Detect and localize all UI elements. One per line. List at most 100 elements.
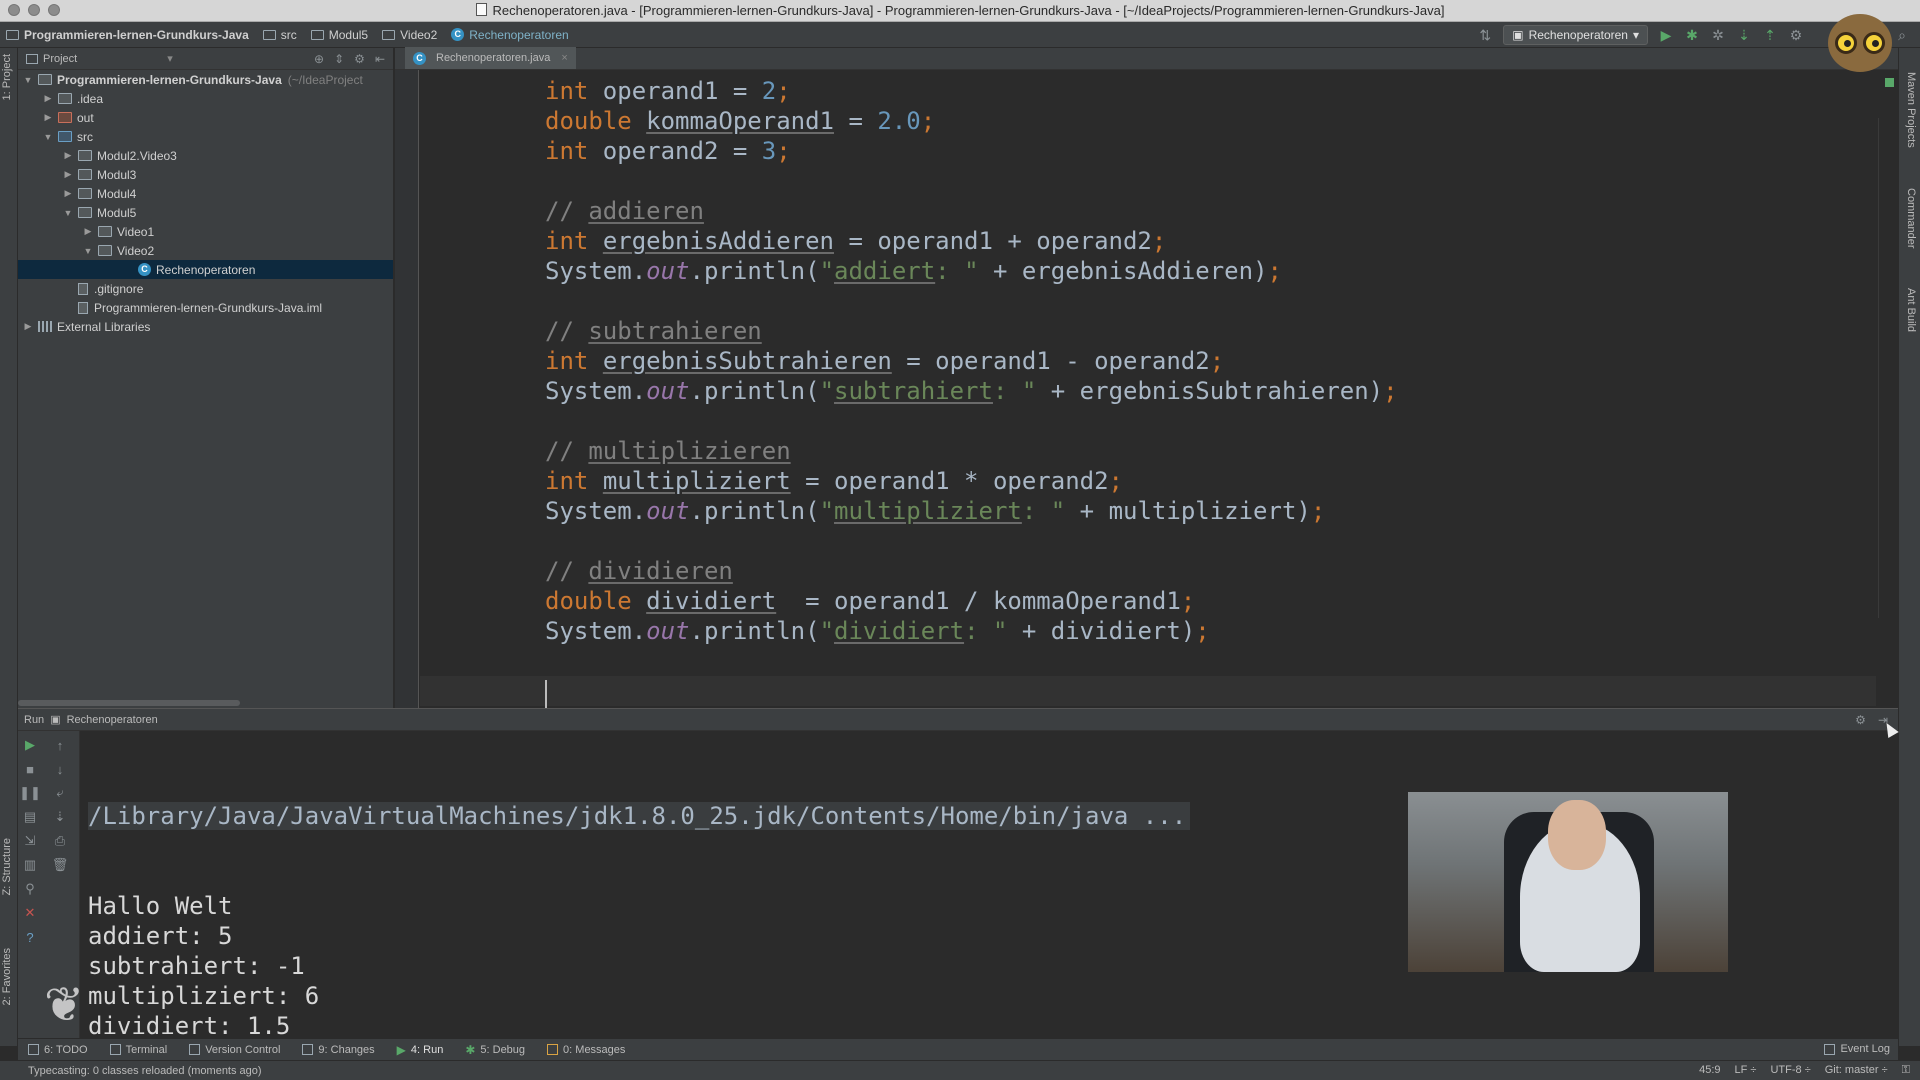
dump-threads-icon[interactable]: ▤: [22, 809, 38, 825]
expanded-arrow-icon[interactable]: ▼: [42, 132, 54, 142]
console-command-line: /Library/Java/JavaVirtualMachines/jdk1.8…: [88, 802, 1191, 830]
tree-item[interactable]: ▼ Video2: [18, 241, 393, 260]
breadcrumb-src[interactable]: src: [262, 28, 297, 42]
git-branch[interactable]: Git: master ÷: [1825, 1064, 1888, 1077]
collapsed-arrow-icon[interactable]: ▶: [62, 150, 74, 161]
tab-maven-projects[interactable]: Maven Projects: [1905, 72, 1917, 148]
tree-item[interactable]: ▶ Video1: [18, 222, 393, 241]
help-icon[interactable]: ?: [22, 929, 38, 945]
expanded-arrow-icon[interactable]: ▼: [82, 246, 94, 256]
tree-item[interactable]: ▶ .idea: [18, 89, 393, 108]
scroll-up-icon[interactable]: ↑: [52, 737, 68, 753]
code-token: System.: [545, 617, 647, 645]
tab-favorites[interactable]: 2: Favorites: [1, 948, 13, 1005]
tool-todo[interactable]: 6: TODO: [28, 1044, 88, 1056]
tree-item[interactable]: C Rechenoperatoren: [18, 260, 393, 279]
line-separator[interactable]: LF ÷: [1735, 1064, 1757, 1077]
collapsed-arrow-icon[interactable]: ▶: [82, 226, 94, 237]
project-view-select[interactable]: Project: [43, 53, 77, 65]
close-tab-icon[interactable]: ×: [561, 52, 567, 64]
tab-structure[interactable]: Z: Structure: [1, 838, 13, 895]
tree-item[interactable]: ▶ out: [18, 108, 393, 127]
search-icon[interactable]: ⌕: [1894, 27, 1910, 43]
file-encoding[interactable]: UTF-8 ÷: [1770, 1064, 1810, 1077]
horizontal-scrollbar[interactable]: [18, 700, 240, 706]
tree-item[interactable]: ▶ External Libraries: [18, 317, 393, 336]
settings-icon[interactable]: ⚙: [1788, 27, 1804, 43]
build-icon[interactable]: ⇅: [1477, 27, 1493, 43]
vcs-commit-icon[interactable]: ⇡: [1762, 27, 1778, 43]
chevron-down-icon[interactable]: ▾: [167, 52, 173, 65]
print-output-icon[interactable]: ⎙: [52, 833, 68, 849]
tree-item[interactable]: ▶ Modul4: [18, 184, 393, 203]
tool-changes[interactable]: 9: Changes: [302, 1044, 375, 1056]
tool-run[interactable]: ▶ 4: Run: [397, 1043, 444, 1057]
project-icon: [26, 53, 38, 64]
tree-item[interactable]: ▼ Programmieren-lernen-Grundkurs-Java (~/I…: [18, 70, 393, 89]
collapse-all-icon[interactable]: ⇕: [334, 52, 344, 66]
breadcrumb-video2[interactable]: Video2: [382, 28, 437, 42]
right-tool-strip: Maven Projects Commander Ant Build: [1898, 48, 1920, 1046]
collapsed-arrow-icon[interactable]: ▶: [62, 188, 74, 199]
zoom-window-button[interactable]: [48, 4, 60, 16]
code-area[interactable]: int operand1 = 2; double kommaOperand1 = …: [545, 76, 1398, 646]
hide-panel-icon[interactable]: ⇤: [375, 52, 385, 66]
coverage-icon[interactable]: ✲: [1710, 27, 1726, 43]
close-window-button[interactable]: [8, 4, 20, 16]
collapsed-arrow-icon[interactable]: ▶: [42, 93, 54, 104]
tab-project[interactable]: 1: Project: [1, 54, 13, 100]
scroll-down-icon[interactable]: ↓: [52, 761, 68, 777]
tree-item[interactable]: ▶ Modul3: [18, 165, 393, 184]
vcs-update-icon[interactable]: ⇣: [1736, 27, 1752, 43]
run-configuration-select[interactable]: ▣ Rechenoperatoren ▾: [1503, 25, 1648, 45]
rerun-icon[interactable]: ▶: [22, 737, 38, 753]
collapsed-arrow-icon[interactable]: ▶: [42, 112, 54, 123]
minimize-window-button[interactable]: [28, 4, 40, 16]
run-icon[interactable]: ▶: [1658, 27, 1674, 43]
tree-item[interactable]: ▼ src: [18, 127, 393, 146]
print-icon[interactable]: ▥: [22, 857, 38, 873]
tree-item[interactable]: ▼ Modul5: [18, 203, 393, 222]
owl-eye-right: [1863, 32, 1885, 54]
caret-position[interactable]: 45:9: [1699, 1064, 1720, 1077]
tree-item[interactable]: Programmieren-lernen-Grundkurs-Java.iml: [18, 298, 393, 317]
pause-icon[interactable]: ❚❚: [19, 785, 41, 801]
tool-debug[interactable]: ✱ 5: Debug: [465, 1043, 525, 1057]
editor-tab-rechenoperatoren[interactable]: C Rechenoperatoren.java ×: [405, 47, 576, 69]
console-output[interactable]: /Library/Java/JavaVirtualMachines/jdk1.8…: [88, 741, 1191, 1080]
tool-event-log[interactable]: Event Log: [1824, 1043, 1890, 1055]
run-panel-title[interactable]: Rechenoperatoren: [67, 714, 158, 726]
tab-commander[interactable]: Commander: [1905, 188, 1917, 249]
clear-all-icon[interactable]: 🗑: [52, 857, 69, 873]
breadcrumb-class[interactable]: C Rechenoperatoren: [451, 28, 569, 42]
gear-icon[interactable]: ⚙: [354, 52, 365, 66]
window-controls[interactable]: [8, 4, 60, 16]
stop-icon[interactable]: ■: [22, 761, 38, 777]
scroll-from-source-icon[interactable]: ⊕: [314, 52, 324, 66]
tree-item[interactable]: ▶ Modul2.Video3: [18, 146, 393, 165]
pin-icon[interactable]: ⚲: [22, 881, 38, 897]
soft-wrap-icon[interactable]: ⤶: [52, 785, 68, 801]
breadcrumb-modul5[interactable]: Modul5: [310, 28, 368, 42]
code-token: : ": [964, 617, 1008, 645]
code-token: ergebnisAddieren: [602, 227, 834, 255]
expanded-arrow-icon[interactable]: ▼: [62, 208, 74, 218]
code-token: .println(: [689, 377, 820, 405]
close-icon[interactable]: ✕: [22, 905, 38, 921]
tab-ant-build[interactable]: Ant Build: [1905, 288, 1917, 332]
breadcrumb-project[interactable]: Programmieren-lernen-Grundkurs-Java: [6, 28, 249, 42]
tool-terminal[interactable]: Terminal: [109, 1044, 167, 1056]
lock-icon[interactable]: ⚿: [1902, 1064, 1910, 1077]
tree-item-label: Modul3: [97, 167, 137, 182]
tool-messages[interactable]: 0: Messages: [547, 1044, 625, 1056]
collapsed-arrow-icon[interactable]: ▶: [62, 169, 74, 180]
restore-layout-icon[interactable]: ⇲: [22, 833, 38, 849]
tool-version-control[interactable]: Version Control: [189, 1044, 280, 1056]
editor-vertical-scrollbar[interactable]: [1878, 118, 1886, 618]
tree-item[interactable]: .gitignore: [18, 279, 393, 298]
collapsed-arrow-icon[interactable]: ▶: [22, 321, 34, 332]
scroll-to-end-icon[interactable]: ⇣: [52, 809, 68, 825]
expanded-arrow-icon[interactable]: ▼: [22, 75, 34, 85]
gear-icon[interactable]: ⚙: [1855, 713, 1866, 727]
debug-icon[interactable]: ✱: [1684, 27, 1700, 43]
